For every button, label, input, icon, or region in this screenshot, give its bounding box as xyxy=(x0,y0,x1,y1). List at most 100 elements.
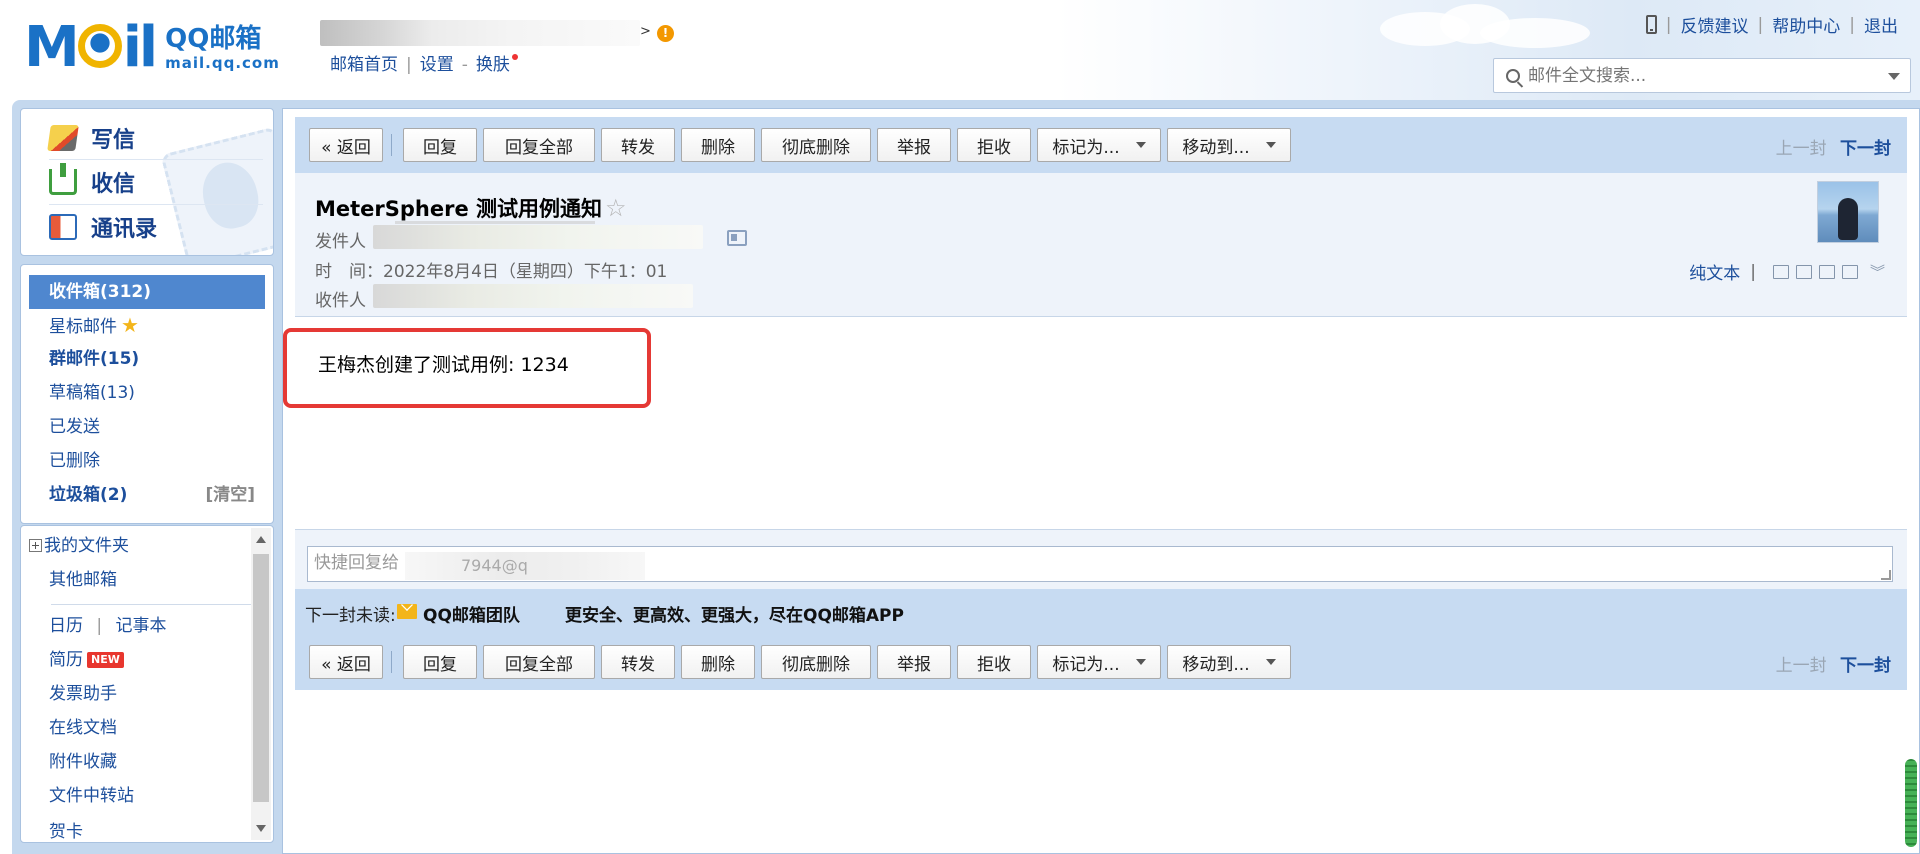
mark-as-label: 标记为... xyxy=(1052,137,1120,158)
attachment-favorites-link[interactable]: 附件收藏 xyxy=(49,746,117,778)
compose-button[interactable]: 写信 xyxy=(47,121,136,155)
my-folders-toggle[interactable]: 我的文件夹 xyxy=(29,530,129,562)
next-mail-link[interactable]: 下一封 xyxy=(1840,139,1891,159)
envelope-icon xyxy=(397,604,417,619)
folder-drafts[interactable]: 草稿箱(13) xyxy=(49,377,135,409)
permanent-delete-button[interactable]: 彻底删除 xyxy=(761,645,871,679)
forward-button[interactable]: 转发 xyxy=(601,645,675,679)
next-unread-label: 下一封未读: xyxy=(305,606,396,626)
change-skin-link[interactable]: 换肤 xyxy=(476,55,510,75)
time-value: 2022年8月4日（星期四）下午1：01 xyxy=(383,262,668,282)
mark-as-dropdown[interactable]: 标记为... xyxy=(1037,645,1161,679)
scrollbar-thumb[interactable] xyxy=(253,554,269,802)
logo-penguin-icon xyxy=(77,24,122,68)
compose-label: 写信 xyxy=(91,128,136,153)
other-mailbox-link[interactable]: 其他邮箱 xyxy=(49,564,117,596)
print-icon[interactable] xyxy=(1841,264,1858,279)
permanent-delete-button[interactable]: 彻底删除 xyxy=(761,128,871,162)
expand-plus-icon xyxy=(29,539,42,552)
sender-avatar[interactable] xyxy=(1817,181,1879,243)
report-button[interactable]: 举报 xyxy=(877,128,951,162)
folder-inbox[interactable]: 收件箱(312) xyxy=(29,275,265,309)
invoice-assistant-link[interactable]: 发票助手 xyxy=(49,678,117,710)
scroll-down-icon[interactable] xyxy=(256,825,266,832)
calendar-notebook-links: 日历 | 记事本 xyxy=(49,610,167,642)
top-nav-links: 邮箱首页 | 设置 - 换肤 xyxy=(330,50,518,75)
chevron-down-icon[interactable] xyxy=(1888,73,1900,80)
folder-deleted[interactable]: 已删除 xyxy=(49,445,100,477)
reply-button[interactable]: 回复 xyxy=(403,645,477,679)
time-row: 时 间：2022年8月4日（星期四）下午1：01 xyxy=(315,257,667,282)
user-account-blurred[interactable] xyxy=(320,20,640,46)
delete-button[interactable]: 删除 xyxy=(681,645,755,679)
mobile-phone-icon[interactable] xyxy=(1645,15,1657,34)
recipient-address-blurred[interactable] xyxy=(373,284,693,308)
resize-handle[interactable] xyxy=(1881,570,1891,580)
quick-reply-area: 快捷回复给 7944@q xyxy=(295,529,1907,589)
plain-text-link[interactable]: 纯文本 xyxy=(1689,259,1740,284)
expand-chevron-icon[interactable]: ︾ xyxy=(1870,261,1885,282)
folder-sent[interactable]: 已发送 xyxy=(49,411,100,443)
next-unread-subject[interactable]: 更安全、更高效、更强大，尽在QQ邮箱APP xyxy=(565,601,904,626)
warning-icon[interactable]: ! xyxy=(657,25,674,42)
link-separator: | xyxy=(406,55,412,75)
resume-link[interactable]: 简历 NEW xyxy=(49,644,124,676)
chevron-down-icon xyxy=(1265,142,1276,148)
account-arrow-icon[interactable]: > xyxy=(640,24,651,39)
note-icon[interactable] xyxy=(1795,264,1812,279)
page-scrollbar-thumb[interactable] xyxy=(1905,759,1917,847)
move-to-dropdown[interactable]: 移动到... xyxy=(1167,645,1291,679)
logout-link[interactable]: 退出 xyxy=(1864,12,1898,37)
chevron-down-icon xyxy=(1135,659,1146,665)
clear-spam-link[interactable]: [清空] xyxy=(205,479,255,511)
sender-address-blurred[interactable] xyxy=(373,225,703,249)
mail-search-box[interactable] xyxy=(1493,58,1911,93)
top-right-links: | 反馈建议 | 帮助中心 | 退出 xyxy=(1645,12,1898,37)
next-mail-link[interactable]: 下一封 xyxy=(1840,656,1891,676)
previous-mail-link[interactable]: 上一封 xyxy=(1776,656,1827,676)
help-center-link[interactable]: 帮助中心 xyxy=(1772,12,1840,37)
notebook-link[interactable]: 记事本 xyxy=(116,616,167,636)
folder-spam-label: 垃圾箱(2) xyxy=(49,485,128,505)
cloud-decoration xyxy=(1480,18,1590,48)
online-docs-link[interactable]: 在线文档 xyxy=(49,712,117,744)
forward-button[interactable]: 转发 xyxy=(601,128,675,162)
folder-spam[interactable]: 垃圾箱(2) [清空] xyxy=(49,479,265,511)
reply-all-button[interactable]: 回复全部 xyxy=(483,128,595,162)
search-input[interactable] xyxy=(1528,65,1878,86)
feedback-link[interactable]: 反馈建议 xyxy=(1681,12,1749,37)
back-button[interactable]: « 返回 xyxy=(309,645,383,679)
folder-starred[interactable]: 星标邮件 ★ xyxy=(49,309,139,341)
mailbox-home-link[interactable]: 邮箱首页 xyxy=(330,55,398,75)
delete-button[interactable]: 删除 xyxy=(681,128,755,162)
star-toggle-icon[interactable]: ☆ xyxy=(605,194,627,222)
contact-card-icon[interactable] xyxy=(727,230,747,246)
reject-button[interactable]: 拒收 xyxy=(957,645,1031,679)
qq-mail-logo[interactable]: Mil QQ邮箱 mail.qq.com xyxy=(24,16,280,80)
move-to-dropdown[interactable]: 移动到... xyxy=(1167,128,1291,162)
mail-subject: MeterSphere 测试用例通知 ☆ xyxy=(315,193,627,223)
divider xyxy=(51,604,261,605)
reply-all-button[interactable]: 回复全部 xyxy=(483,645,595,679)
settings-link[interactable]: 设置 xyxy=(420,55,454,75)
receive-label: 收信 xyxy=(91,172,136,197)
scroll-up-icon[interactable] xyxy=(256,536,266,543)
reply-button[interactable]: 回复 xyxy=(403,128,477,162)
back-button[interactable]: « 返回 xyxy=(309,128,383,162)
previous-mail-link[interactable]: 上一封 xyxy=(1776,139,1827,159)
new-window-icon[interactable] xyxy=(1772,264,1789,279)
download-icon[interactable] xyxy=(1818,264,1835,279)
file-transfer-link[interactable]: 文件中转站 xyxy=(49,780,134,812)
calendar-link[interactable]: 日历 xyxy=(49,616,83,636)
mail-header: MeterSphere 测试用例通知 ☆ 发件人 时 间：2022年8月4日（星期… xyxy=(295,173,1907,317)
mark-as-dropdown[interactable]: 标记为... xyxy=(1037,128,1161,162)
next-unread-sender[interactable]: QQ邮箱团队 xyxy=(423,601,520,626)
greeting-card-link[interactable]: 贺卡 xyxy=(49,816,83,842)
star-icon: ★ xyxy=(121,313,139,337)
contacts-button[interactable]: 通讯录 xyxy=(49,210,157,244)
folder-group-mail[interactable]: 群邮件(15) xyxy=(49,343,139,375)
receive-mail-button[interactable]: 收信 xyxy=(49,163,136,199)
sidebar-scrollbar[interactable] xyxy=(251,528,271,840)
reject-button[interactable]: 拒收 xyxy=(957,128,1031,162)
report-button[interactable]: 举报 xyxy=(877,645,951,679)
